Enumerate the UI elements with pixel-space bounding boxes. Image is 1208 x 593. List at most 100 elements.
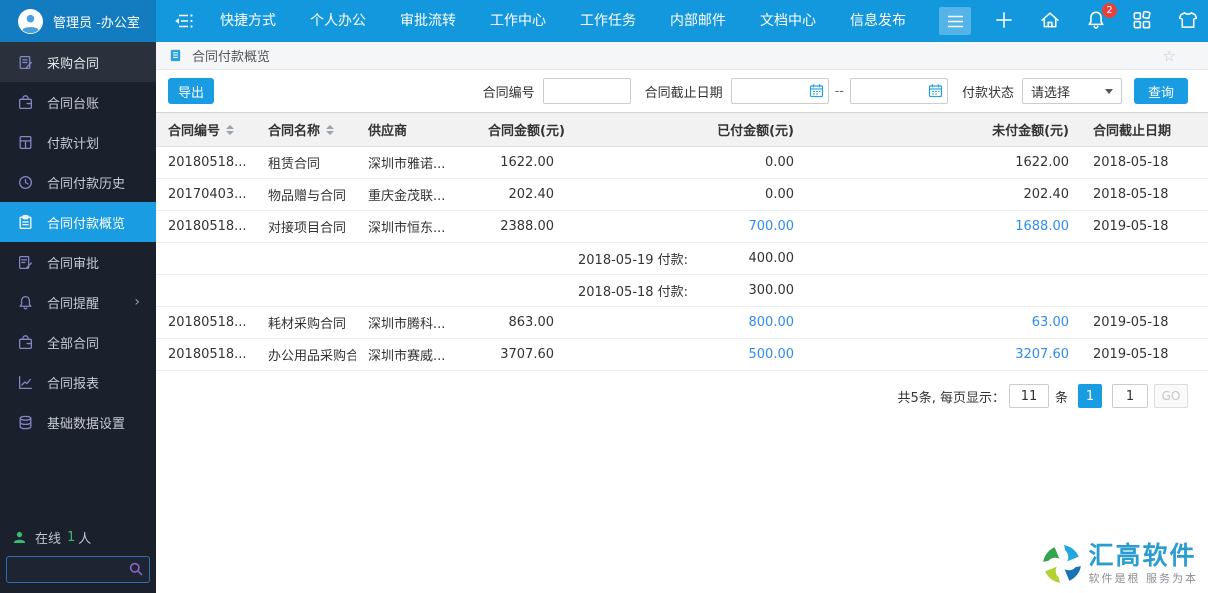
pagination-summary: 共5条, 每页显示： [897,390,1005,406]
apps-icon[interactable] [1131,9,1155,33]
cell-contract-no: 20180518... [156,306,256,339]
cell-paid: 700.00 [566,210,806,243]
add-icon[interactable] [993,9,1017,33]
sidebar-item-合同付款概览[interactable]: 合同付款概览 [0,202,156,242]
pay-status-label: 付款状态 [961,85,1014,101]
cell-unpaid: 63.00 [806,306,1081,339]
cell-contract-name: 办公用品采购合同 [256,338,356,371]
nav-item[interactable]: 内部邮件 [661,0,735,42]
paid-amount-link[interactable]: 700.00 [749,219,795,234]
deadline-label: 合同截止日期 [644,85,723,101]
cell-deadline: 2018-05-18 [1081,178,1208,211]
nav-item[interactable]: 工作任务 [571,0,645,42]
cell-contract-no: 20180518... [156,146,256,179]
pinwheel-logo-icon [1042,545,1081,583]
current-user-label: 管理员 -办公室 [53,15,140,31]
chart-icon [17,374,34,391]
nav-item[interactable]: 文档中心 [751,0,825,42]
go-button[interactable]: GO [1154,384,1188,408]
notifications-icon[interactable]: 2 [1085,3,1117,33]
unpaid-amount-link[interactable]: 1688.00 [1015,219,1069,234]
sidebar-item-合同付款历史[interactable]: 合同付款历史 [0,162,156,202]
pagination: 共5条, 每页显示： 条 1 GO [156,384,1208,408]
sidebar-collapse-icon[interactable] [169,6,199,36]
chevron-down-icon [1105,88,1113,94]
sidebar-item-label: 合同付款概览 [47,216,126,232]
sidebar-item-合同审批[interactable]: 合同审批 [0,242,156,282]
payment-date-label: 2018-05-19 付款: [578,253,689,268]
paid-amount-link[interactable]: 500.00 [749,347,795,362]
favorite-star-icon[interactable]: ☆ [1163,47,1176,65]
cell-amount: 863.00 [476,306,566,339]
contract-no-input[interactable] [542,78,631,104]
table-row: 20180518... 对接项目合同 深圳市恒东... 2388.00 700.00 16… [156,210,1208,243]
user-section[interactable]: 管理员 -办公室 [0,0,156,42]
wallet-icon [17,94,34,111]
nav-item[interactable]: 快捷方式 [211,0,285,42]
export-button[interactable]: 导出 [168,78,214,104]
online-label: 在线 [35,532,62,547]
sort-icon[interactable] [226,124,235,135]
topbar-actions: 2 [971,3,1208,33]
column-header-合同名称[interactable]: 合同名称 [256,112,356,147]
wallet-icon [17,334,34,351]
sidebar-item-付款计划[interactable]: 付款计划 [0,122,156,162]
nav-item[interactable]: 信息发布 [841,0,915,42]
page-size-input[interactable] [1008,384,1049,408]
calendar-icon[interactable] [928,83,943,98]
online-status: 在线 1 人 [6,528,150,556]
cell-supplier: 深圳市赛威... [356,338,476,371]
goto-page-input[interactable] [1112,384,1148,408]
home-icon[interactable] [1039,9,1063,33]
pay-status-select[interactable]: 请选择 [1022,78,1122,104]
cell-deadline: 2018-05-18 [1081,146,1208,179]
cell-payment-detail: 2018-05-18 付款: 300.00 [566,274,806,307]
sidebar-item-label: 合同报表 [47,376,100,392]
table-row: 20180518... 耗材采购合同 深圳市腾科... 863.00 800.00 63.… [156,306,1208,339]
sidebar-item-基础数据设置[interactable]: 基础数据设置 [0,402,156,442]
nav-item[interactable]: 工作中心 [481,0,555,42]
sidebar: 采购合同 合同台账付款计划合同付款历史合同付款概览 合同审批合同提醒 › 全部合同合同报… [0,42,156,593]
unpaid-amount-link[interactable]: 3207.60 [1015,347,1069,362]
sidebar-item-采购合同[interactable]: 采购合同 [0,42,156,82]
top-navigation: 快捷方式 个人办公 审批流转 工作中心 工作任务 内部邮件 文档中心 信息发布 [211,0,931,42]
search-icon[interactable] [128,561,144,577]
cell-amount: 202.40 [476,178,566,211]
logo-name: 汇高软件 [1088,540,1197,570]
calendar-icon[interactable] [809,83,824,98]
query-button[interactable]: 查询 [1134,78,1188,104]
cell-paid: 800.00 [566,306,806,339]
sidebar-item-label: 合同审批 [47,256,100,272]
database-icon [17,414,34,431]
page-title: 合同付款概览 [192,50,271,65]
sidebar-item-全部合同[interactable]: 全部合同 [0,322,156,362]
payment-detail-row: 2018-05-19 付款: 400.00 [156,242,1208,275]
nav-item[interactable]: 个人办公 [301,0,375,42]
theme-shirt-icon[interactable] [1177,9,1201,33]
sidebar-item-label: 付款计划 [47,136,100,152]
sidebar-footer: 在线 1 人 [0,528,156,593]
table-header-row: 合同编号 合同名称 供应商 合同金额(元) 已付金额(元) 未付金额(元) 合同截止日期 [156,112,1208,147]
more-menu-icon[interactable] [939,7,971,35]
cell-unpaid: 1622.00 [806,146,1081,179]
column-header-供应商: 供应商 [356,112,476,147]
sidebar-item-合同台账[interactable]: 合同台账 [0,82,156,122]
sidebar-item-合同提醒[interactable]: 合同提醒 › [0,282,156,322]
online-user-icon [13,531,26,543]
sidebar-item-label: 合同提醒 [47,296,100,312]
cell-contract-no: 20170403... [156,178,256,211]
column-header-合同编号[interactable]: 合同编号 [156,112,256,147]
unpaid-amount-link[interactable]: 63.00 [1032,315,1069,330]
payment-value: 300.00 [748,283,795,298]
sidebar-item-合同报表[interactable]: 合同报表 [0,362,156,402]
sidebar-item-label: 基础数据设置 [47,416,126,432]
current-page-button[interactable]: 1 [1078,384,1102,408]
notification-badge: 2 [1102,3,1117,18]
logo-slogan: 软件是根 服务为本 [1088,572,1198,586]
sidebar-item-label: 全部合同 [47,336,100,352]
clock-icon [17,174,34,191]
nav-item[interactable]: 审批流转 [391,0,465,42]
sort-icon[interactable] [326,124,335,135]
column-header-合同截止日期: 合同截止日期 [1081,112,1208,147]
paid-amount-link[interactable]: 800.00 [749,315,795,330]
